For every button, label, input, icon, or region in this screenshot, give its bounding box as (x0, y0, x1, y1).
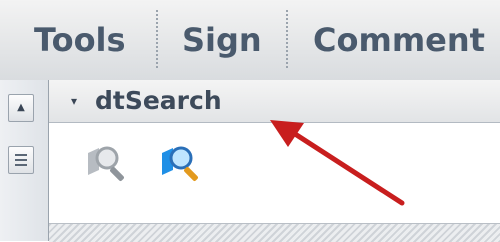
tab-bar: Tools Sign Comment (0, 0, 500, 81)
tab-sign[interactable]: Sign (182, 12, 262, 68)
left-rail: ▲ (0, 80, 49, 241)
collapse-icon[interactable]: ▾ (71, 94, 77, 108)
tab-comment[interactable]: Comment (313, 12, 485, 68)
list-icon (15, 154, 27, 166)
search-icon (162, 146, 198, 181)
search-disabled-button[interactable] (83, 139, 131, 187)
tab-separator (156, 10, 158, 68)
search-disabled-icon (88, 146, 124, 181)
panel-header[interactable]: ▾ dtSearch (49, 80, 500, 123)
tab-separator (286, 10, 288, 68)
panel-footer (49, 223, 500, 242)
triangle-up-icon: ▲ (17, 102, 25, 113)
scroll-up-button[interactable]: ▲ (8, 94, 34, 122)
search-button[interactable] (157, 139, 205, 187)
panel-title: dtSearch (95, 86, 222, 115)
panel-menu-button[interactable] (8, 146, 34, 174)
tool-row (49, 123, 500, 223)
tab-tools[interactable]: Tools (34, 12, 126, 68)
